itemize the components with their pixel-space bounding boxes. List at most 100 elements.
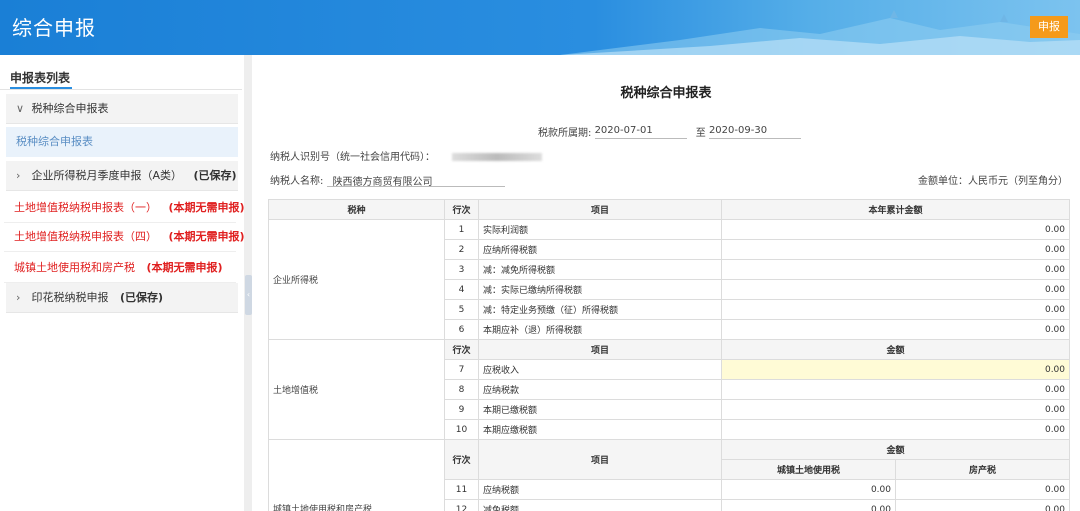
sidebar-item-label: 税种综合申报表: [31, 102, 109, 115]
land-use-amount-cell[interactable]: 0.00: [721, 479, 896, 500]
subheader-amount: 金额: [720, 439, 1071, 460]
sidebar-item-label: 企业所得税月季度申报（A类）: [31, 169, 183, 182]
taxpayer-name-label: 纳税人名称:: [270, 176, 324, 187]
line-no: 11: [444, 479, 479, 500]
amount-cell[interactable]: 0.00: [720, 299, 1071, 320]
collapse-handle-icon[interactable]: ‹: [245, 275, 252, 315]
sidebar-divider: [0, 89, 242, 90]
tax-name-ulpt: 城镇土地使用税和房产税: [268, 439, 445, 511]
line-no: 4: [444, 279, 479, 300]
tax-name-lat: 土地增值税: [268, 339, 445, 440]
subheader-property-tax: 房产税: [894, 459, 1071, 480]
period-from-field[interactable]: 2020-07-01: [594, 125, 687, 139]
subheader-amount: 金额: [720, 339, 1071, 360]
app-title: 综合申报: [12, 16, 96, 40]
amount-cell[interactable]: 0.00: [720, 219, 1071, 240]
status-badge: (已保存): [120, 291, 164, 304]
amount-cell[interactable]: 0.00: [720, 259, 1071, 280]
item-label: 实际利润额: [478, 219, 722, 240]
line-no: 5: [444, 299, 479, 320]
redacted-taxpayer-id: [452, 153, 543, 161]
table-row: 企业所得税 1 实际利润额 0.00: [268, 219, 1071, 340]
sidebar-item-label: 土地增值税纳税申报表（一）: [14, 201, 157, 214]
sidebar-item-land-use-property-tax[interactable]: 城镇土地使用税和房产税 (本期无需申报): [4, 253, 236, 283]
submit-button[interactable]: 申报: [1030, 16, 1068, 38]
taxpayer-id-row: 纳税人识别号（统一社会信用代码）：: [270, 148, 543, 163]
item-label: 减：特定业务预缴（征）所得税额: [478, 299, 722, 320]
status-badge: (本期无需申报): [168, 201, 245, 214]
period-to-field[interactable]: 2020-09-30: [708, 125, 801, 139]
chevron-down-icon: ∨: [16, 102, 25, 115]
top-header: 综合申报 申报: [0, 0, 1080, 55]
taxpayer-id-label: 纳税人识别号（统一社会信用代码）：: [270, 152, 435, 163]
status-badge: (本期无需申报): [168, 230, 245, 243]
line-no: 8: [444, 379, 479, 400]
amount-input-active[interactable]: 0.00: [720, 359, 1071, 380]
table-header-row: 税种 行次 项目 本年累计金额: [268, 199, 1071, 220]
sidebar-item-label: 城镇土地使用税和房产税: [14, 261, 135, 274]
sidebar-title: 申报表列表: [10, 71, 71, 85]
line-no: 7: [444, 359, 479, 380]
col-header-item: 项目: [478, 199, 722, 220]
amount-cell[interactable]: 0.00: [720, 319, 1071, 340]
status-badge: (已保存): [193, 169, 237, 182]
great-wall-banner-graphic: [560, 10, 1080, 55]
property-amount-cell[interactable]: 0.00: [894, 479, 1071, 500]
item-label: 减免税额: [478, 499, 722, 511]
table-subheader-row: 城镇土地使用税和房产税 行次 项目 金额: [268, 439, 1071, 511]
tax-period-label: 税款所属期:: [538, 128, 592, 139]
panel-splitter[interactable]: ‹: [244, 55, 252, 511]
item-label: 本期应补（退）所得税额: [478, 319, 722, 340]
sidebar-item-lat-form-1[interactable]: 土地增值税纳税申报表（一） (本期无需申报): [4, 193, 245, 223]
status-badge: (本期无需申报): [146, 261, 223, 274]
subheader-line: 行次: [444, 439, 479, 480]
chevron-right-icon: ›: [16, 169, 21, 182]
tax-period-row: 税款所属期: 2020-07-01 至 2020-09-30: [538, 124, 801, 139]
item-label: 应纳税额: [478, 479, 722, 500]
table-subheader-row: 土地增值税 行次 项目 金额: [268, 339, 1071, 440]
line-no: 6: [444, 319, 479, 340]
sidebar-item-label: 税种综合申报表: [16, 135, 93, 148]
line-no: 1: [444, 219, 479, 240]
line-no: 2: [444, 239, 479, 260]
col-header-ytd: 本年累计金额: [720, 199, 1071, 220]
sidebar-item-tax-summary-form[interactable]: 税种综合申报表: [6, 127, 238, 157]
item-label: 应纳税款: [478, 379, 722, 400]
sidebar: 申报表列表 ∨ 税种综合申报表 税种综合申报表 › 企业所得税月季度申报（A类）…: [0, 55, 245, 511]
form-panel: 税种综合申报表 税款所属期: 2020-07-01 至 2020-09-30 纳…: [252, 55, 1080, 511]
sidebar-item-label: 印花税纳税申报: [31, 291, 109, 304]
amount-unit-note: 金额单位：人民币元（列至角分）: [918, 176, 1068, 187]
amount-cell[interactable]: 0.00: [720, 239, 1071, 260]
tax-summary-table: 税种 行次 项目 本年累计金额 企业所得税 1 实际利润额 0.00 2 应纳所…: [268, 199, 1071, 511]
sidebar-item-stamp-duty[interactable]: › 印花税纳税申报 (已保存): [6, 283, 238, 313]
tax-name-cit: 企业所得税: [268, 219, 445, 340]
amount-cell[interactable]: 0.00: [720, 399, 1071, 420]
amount-cell[interactable]: 0.00: [720, 279, 1071, 300]
sidebar-item-tax-summary-group[interactable]: ∨ 税种综合申报表: [6, 94, 238, 124]
subheader-land-use-tax: 城镇土地使用税: [721, 459, 896, 480]
line-no: 10: [444, 419, 479, 440]
chevron-right-icon: ›: [16, 291, 21, 304]
subheader-line: 行次: [444, 339, 479, 360]
item-label: 本期已缴税额: [478, 399, 722, 420]
item-label: 本期应缴税额: [478, 419, 722, 440]
amount-cell[interactable]: 0.00: [720, 419, 1071, 440]
amount-cell[interactable]: 0.00: [720, 379, 1071, 400]
land-use-amount-cell[interactable]: 0.00: [721, 499, 896, 511]
line-no: 12: [444, 499, 479, 511]
sidebar-item-lat-form-4[interactable]: 土地增值税纳税申报表（四） (本期无需申报): [4, 222, 245, 252]
property-amount-cell[interactable]: 0.00: [894, 499, 1071, 511]
sidebar-item-cit-quarterly[interactable]: › 企业所得税月季度申报（A类） (已保存): [6, 161, 238, 191]
line-no: 9: [444, 399, 479, 420]
item-label: 应纳所得税额: [478, 239, 722, 260]
period-to-label: 至: [695, 128, 706, 139]
item-label: 减：减免所得税额: [478, 259, 722, 280]
taxpayer-name-field[interactable]: 陕西德方商贸有限公司: [326, 173, 505, 188]
subheader-item: 项目: [478, 339, 722, 360]
col-header-tax: 税种: [268, 199, 445, 220]
line-no: 3: [444, 259, 479, 280]
item-label: 减：实际已缴纳所得税额: [478, 279, 722, 300]
subheader-item: 项目: [478, 439, 722, 480]
taxpayer-name-row: 纳税人名称: 陕西德方商贸有限公司: [270, 172, 505, 188]
item-label: 应税收入: [478, 359, 722, 380]
